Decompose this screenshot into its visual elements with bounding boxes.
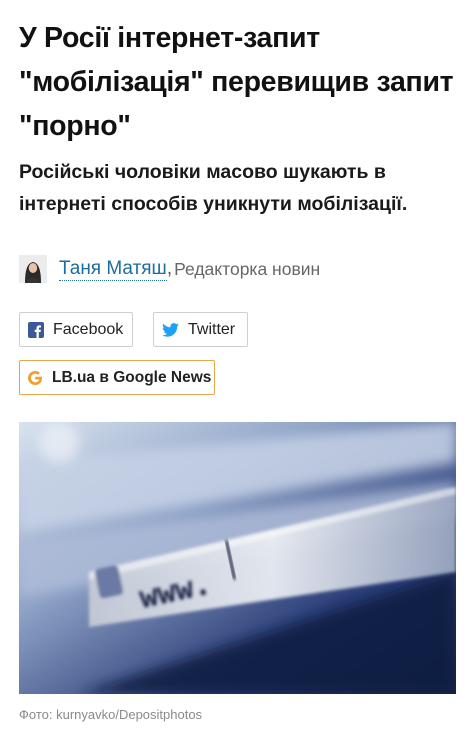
google-g-icon xyxy=(27,370,43,386)
author-photo-icon xyxy=(19,255,47,283)
article-hero-image: www. xyxy=(19,422,456,694)
article-headline: У Росії інтернет-запит "мобілізація" пер… xyxy=(19,22,454,142)
article-lead: Російські чоловіки масово шукають в інте… xyxy=(19,161,408,215)
twitter-icon xyxy=(162,322,179,337)
facebook-icon xyxy=(28,321,44,338)
author-role: Редакторка новин xyxy=(174,258,321,279)
twitter-label: Twitter xyxy=(188,320,236,338)
author-byline: Таня Матяш , Редакторка новин xyxy=(19,254,320,284)
article-page: У Росії інтернет-запит "мобілізація" пер… xyxy=(0,0,474,730)
google-news-button[interactable]: LB.ua в Google News xyxy=(19,360,215,395)
facebook-label: Facebook xyxy=(53,320,124,338)
author-avatar[interactable] xyxy=(19,255,47,283)
twitter-share-button[interactable]: Twitter xyxy=(153,312,248,347)
browser-address-bar-photo: www. xyxy=(19,422,456,694)
photo-caption: Фото: kurnyavko/Depositphotos xyxy=(19,707,203,722)
facebook-share-button[interactable]: Facebook xyxy=(19,312,133,347)
author-separator: , xyxy=(166,258,173,279)
author-name-link[interactable]: Таня Матяш xyxy=(59,258,167,281)
google-news-label: LB.ua в Google News xyxy=(52,368,212,386)
